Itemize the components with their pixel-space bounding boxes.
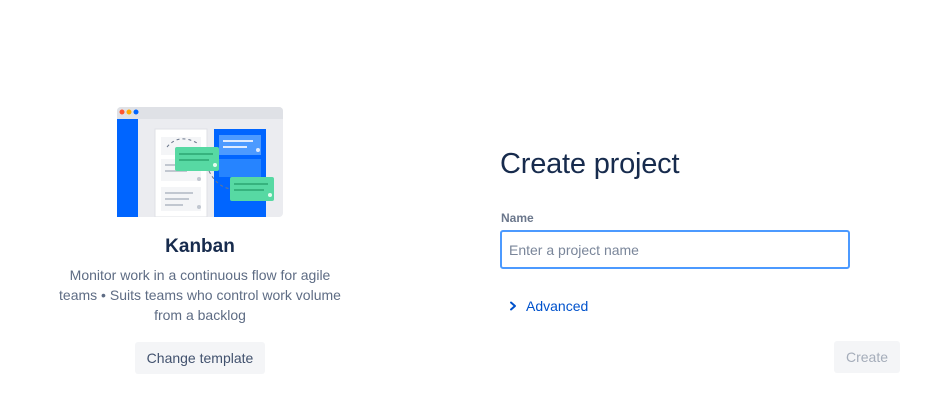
kanban-illustration-icon (117, 107, 283, 217)
template-panel: Kanban Monitor work in a continuous flow… (40, 0, 360, 412)
chevron-right-icon (510, 301, 516, 311)
change-template-button[interactable]: Change template (135, 342, 265, 374)
name-label: Name (501, 211, 534, 225)
project-name-input[interactable] (500, 230, 850, 269)
create-project-page: Kanban Monitor work in a continuous flow… (0, 0, 933, 412)
advanced-toggle[interactable]: Advanced (508, 296, 588, 316)
page-title: Create project (500, 148, 680, 180)
advanced-label: Advanced (526, 298, 589, 314)
template-name: Kanban (165, 236, 235, 257)
template-description: Monitor work in a continuous flow for ag… (59, 267, 341, 323)
create-button[interactable]: Create (834, 341, 900, 373)
